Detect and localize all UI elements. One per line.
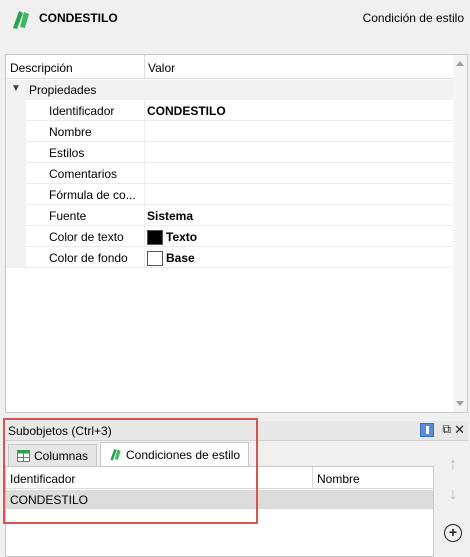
pin-icon[interactable] [420, 423, 434, 437]
grid-header: Identificador Nombre [6, 467, 433, 489]
tab-label: Condiciones de estilo [126, 448, 241, 462]
column-header-descripcion[interactable]: Descripción [10, 61, 73, 75]
table-row[interactable]: CONDESTILO [6, 490, 433, 509]
properties-scrollbar[interactable] [453, 55, 467, 412]
properties-header: Descripción Valor [6, 55, 455, 79]
chevron-down-icon[interactable]: ▼ [11, 83, 21, 94]
column-divider[interactable] [312, 467, 313, 489]
property-value[interactable]: Sistema [147, 209, 193, 223]
properties-group[interactable]: ▼ Propiedades [6, 80, 455, 100]
property-row-fuente[interactable]: Fuente Sistema [6, 205, 455, 226]
property-name: Estilos [49, 146, 85, 160]
color-name: Texto [166, 230, 198, 244]
property-name: Fórmula de co... [49, 188, 136, 202]
subobjects-titlebar: Subobjetos (Ctrl+3) ⧉ ✕ [5, 421, 468, 441]
object-type: Condición de estilo [362, 11, 464, 25]
property-value[interactable]: Texto [147, 230, 197, 245]
column-header-nombre[interactable]: Nombre [317, 472, 360, 486]
property-row-color-texto[interactable]: Color de texto Texto [6, 226, 455, 247]
scroll-down-icon[interactable] [456, 401, 464, 406]
scroll-up-icon[interactable] [456, 61, 464, 66]
subobjects-toolbar: ↑ ↓ + [436, 442, 470, 557]
property-row-color-fondo[interactable]: Color de fondo Base [6, 247, 455, 268]
column-divider[interactable] [144, 55, 145, 79]
property-row-nombre[interactable]: Nombre [6, 121, 455, 142]
property-value[interactable]: Base [147, 251, 195, 266]
subobjects-grid: Identificador Nombre CONDESTILO [5, 466, 434, 557]
arrow-down-icon[interactable]: ↓ [444, 486, 462, 504]
subobjects-title: Subobjetos (Ctrl+3) [8, 424, 112, 438]
column-header-identificador[interactable]: Identificador [10, 472, 75, 486]
tab-condiciones-estilo[interactable]: Condiciones de estilo [100, 442, 250, 467]
table-icon [17, 450, 30, 462]
property-name: Color de texto [49, 230, 124, 244]
close-icon[interactable]: ✕ [454, 422, 465, 438]
tab-columnas[interactable]: Columnas [8, 444, 98, 466]
property-name: Identificador [49, 104, 115, 118]
add-icon[interactable]: + [444, 524, 462, 542]
color-swatch [147, 251, 163, 266]
style-condition-icon [110, 448, 121, 461]
cell-identificador: CONDESTILO [10, 493, 89, 507]
property-row-identificador[interactable]: Identificador CONDESTILO [6, 100, 455, 121]
column-header-valor[interactable]: Valor [148, 61, 175, 75]
properties-panel: Descripción Valor ▼ Propiedades Identifi… [5, 54, 468, 413]
property-name: Nombre [49, 125, 92, 139]
object-header: CONDESTILO Condición de estilo [0, 0, 470, 38]
tab-label: Columnas [34, 449, 89, 463]
color-swatch [147, 230, 163, 245]
subobjects-tabs: Columnas Condiciones de estilo [5, 442, 435, 467]
property-row-formula[interactable]: Fórmula de co... [6, 184, 455, 205]
property-name: Comentarios [49, 167, 118, 181]
color-name: Base [166, 251, 195, 265]
group-label: Propiedades [29, 83, 97, 97]
style-condition-icon [13, 11, 29, 29]
property-value[interactable]: CONDESTILO [147, 104, 226, 118]
restore-window-icon[interactable]: ⧉ [442, 422, 451, 437]
property-name: Color de fondo [49, 251, 128, 265]
property-row-estilos[interactable]: Estilos [6, 142, 455, 163]
property-name: Fuente [49, 209, 87, 223]
object-name: CONDESTILO [39, 11, 118, 25]
property-rows: Identificador CONDESTILO Nombre Estilos … [6, 100, 455, 268]
property-row-comentarios[interactable]: Comentarios [6, 163, 455, 184]
arrow-up-icon[interactable]: ↑ [444, 456, 462, 474]
